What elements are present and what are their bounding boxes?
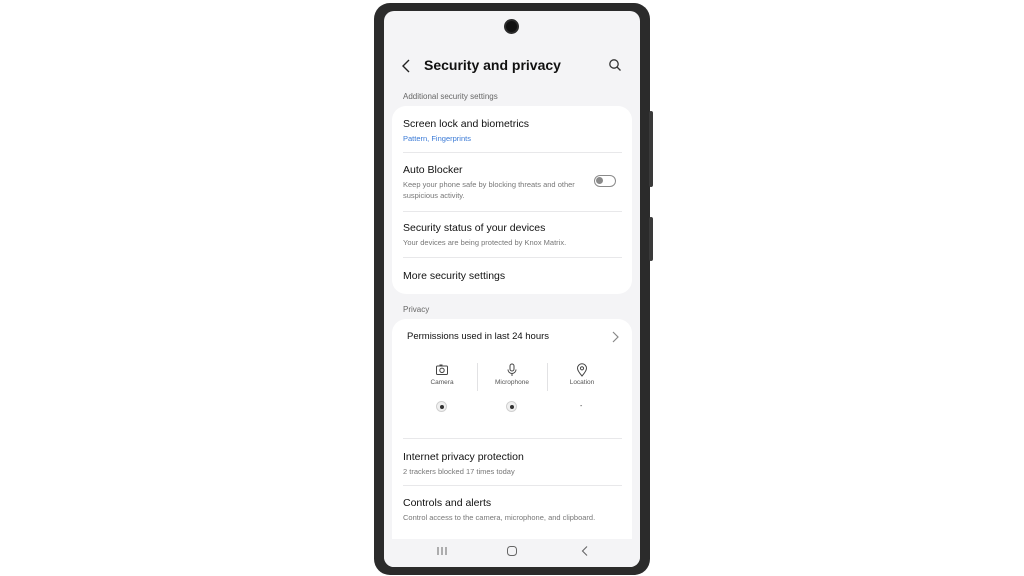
location-usage-indicator: - (580, 403, 583, 410)
divider (403, 438, 622, 439)
home-icon[interactable] (506, 545, 518, 557)
permission-label: Microphone (495, 379, 529, 386)
list-item-security-status[interactable]: Security status of your devices Your dev… (403, 222, 622, 248)
front-camera (506, 21, 517, 32)
microphone-icon (507, 363, 517, 376)
row-subtitle: Keep your phone safe by blocking threats… (403, 180, 575, 200)
permission-location[interactable]: Location (547, 363, 617, 386)
app-bar: Security and privacy (384, 55, 640, 79)
row-title: Controls and alerts (403, 497, 492, 509)
row-title: Internet privacy protection (403, 451, 524, 463)
search-icon[interactable] (608, 58, 622, 72)
list-item-more-security[interactable]: More security settings (403, 270, 622, 282)
phone-frame: Security and privacy Additional security… (374, 3, 653, 575)
row-subtitle: Your devices are being protected by Knox… (403, 238, 567, 247)
screen: Security and privacy Additional security… (384, 11, 640, 567)
security-card: Screen lock and biometrics Pattern, Fing… (392, 106, 632, 294)
back-nav-icon[interactable] (580, 545, 590, 557)
row-title: Security status of your devices (403, 222, 546, 234)
toggle-knob (596, 177, 603, 184)
privacy-card: Permissions used in last 24 hours Camera (392, 319, 632, 539)
divider (403, 211, 622, 212)
chevron-right-icon[interactable] (611, 331, 619, 343)
divider (403, 485, 622, 486)
row-title: Screen lock and biometrics (403, 118, 530, 130)
chevron-left-icon[interactable] (400, 58, 414, 74)
permissions-header[interactable]: Permissions used in last 24 hours (407, 331, 549, 342)
microphone-usage-indicator (506, 401, 517, 412)
permission-microphone[interactable]: Microphone (477, 363, 547, 386)
divider (403, 152, 622, 153)
recents-icon[interactable] (436, 545, 448, 557)
permission-label: Camera (430, 379, 454, 386)
list-item-internet-privacy[interactable]: Internet privacy protection 2 trackers b… (403, 451, 622, 477)
list-item-screen-lock[interactable]: Screen lock and biometrics Pattern, Fing… (403, 118, 622, 144)
auto-blocker-toggle[interactable] (594, 175, 616, 187)
camera-icon (436, 364, 448, 375)
permission-camera[interactable]: Camera (407, 363, 477, 386)
row-subtitle: Control access to the camera, microphone… (403, 513, 596, 522)
list-item-controls-alerts[interactable]: Controls and alerts Control access to th… (403, 497, 603, 523)
list-item-auto-blocker[interactable]: Auto Blocker Keep your phone safe by blo… (403, 164, 583, 201)
volume-button (649, 111, 653, 187)
section-label-additional-security: Additional security settings (403, 92, 498, 101)
navigation-bar (384, 539, 640, 567)
divider (403, 257, 622, 258)
location-icon (576, 363, 588, 377)
row-subtitle: Pattern, Fingerprints (403, 134, 471, 143)
power-button (649, 217, 653, 261)
camera-usage-indicator (436, 401, 447, 412)
row-subtitle: 2 trackers blocked 17 times today (403, 467, 515, 476)
section-label-privacy: Privacy (403, 305, 430, 314)
page-title: Security and privacy (424, 57, 561, 73)
permission-label: Location (569, 379, 595, 386)
row-title: More security settings (403, 270, 506, 282)
row-title: Auto Blocker (403, 164, 463, 176)
